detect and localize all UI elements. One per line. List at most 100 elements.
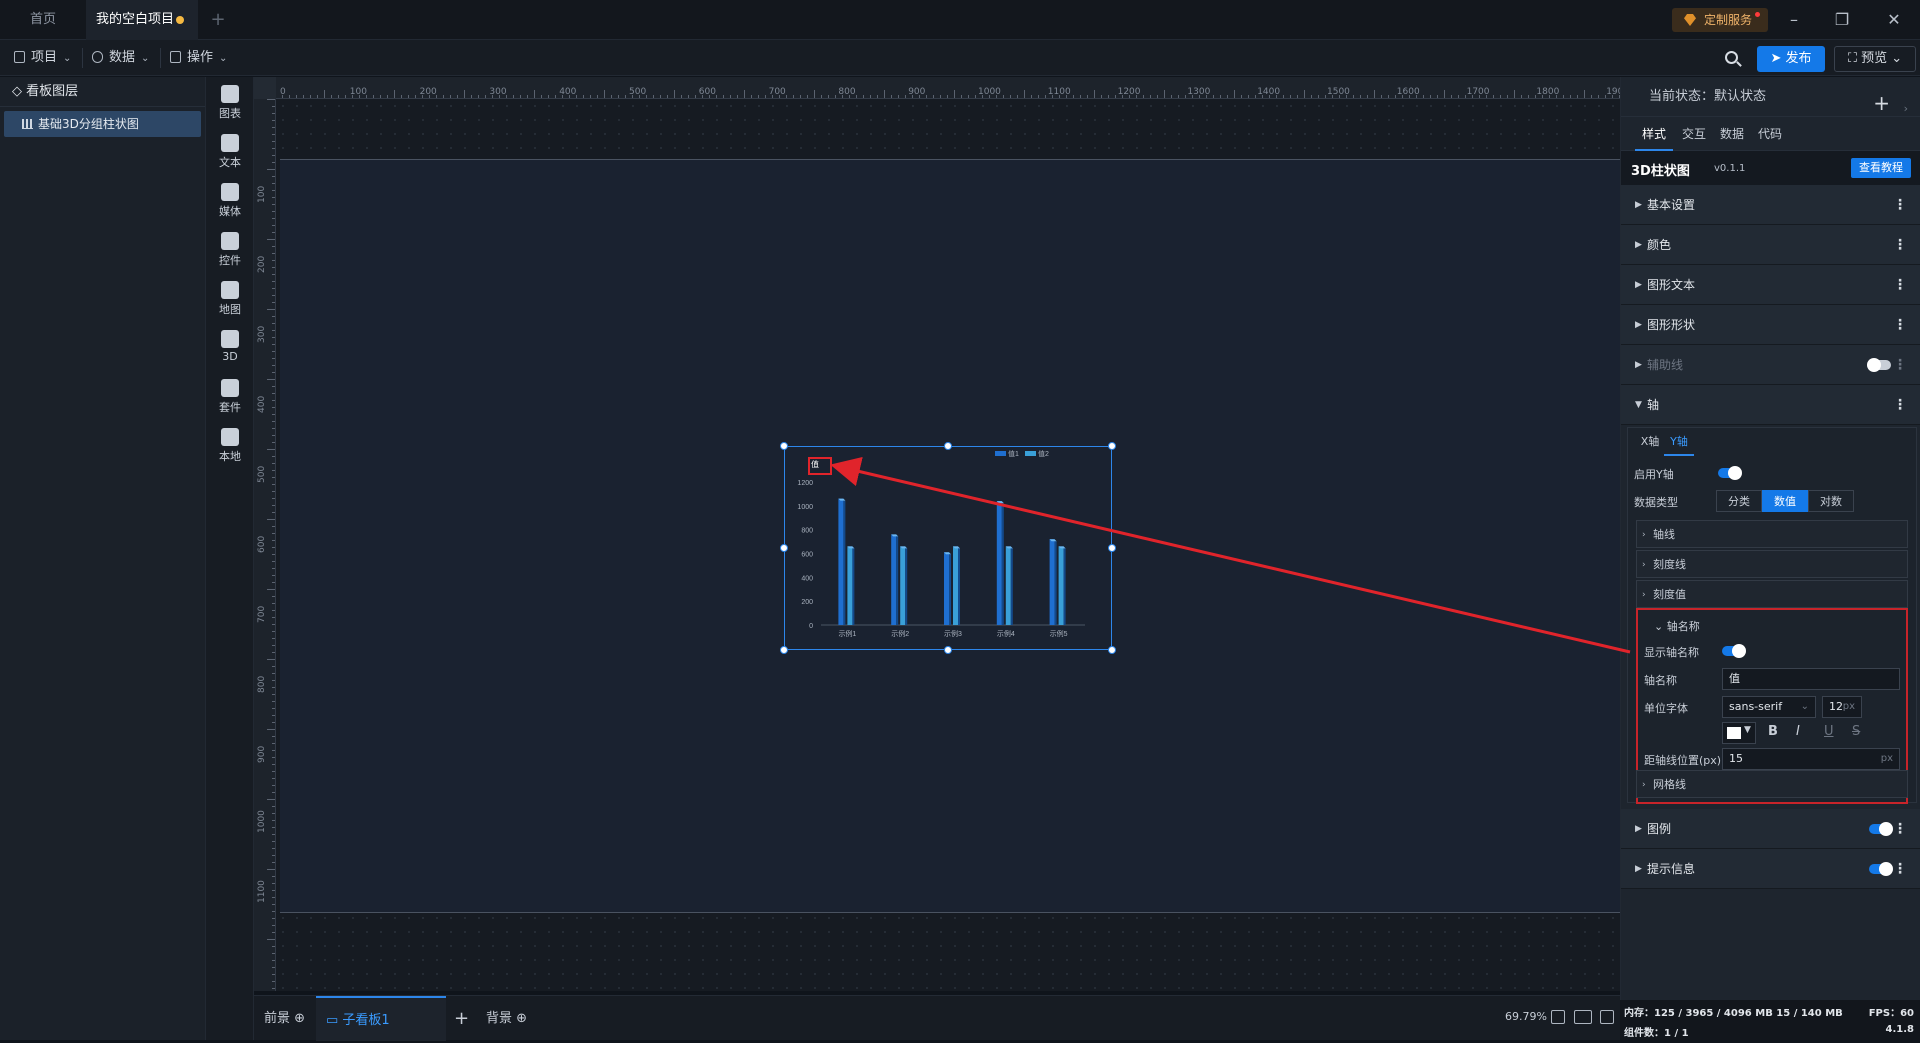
offset-input[interactable]: 15 px xyxy=(1722,748,1900,770)
tab-code[interactable]: 代码 xyxy=(1753,117,1787,151)
subsection-tick-line[interactable]: › 刻度线 xyxy=(1636,550,1908,578)
section-graphic-text[interactable]: ▶ 图形文本 ⋮ xyxy=(1621,265,1920,305)
ruler-tick-label: 900 xyxy=(908,87,926,97)
comp-control[interactable]: 控件 xyxy=(206,224,254,276)
caret-right-icon: ▶ xyxy=(1635,360,1642,370)
font-size-input[interactable]: 12 px xyxy=(1822,696,1862,718)
tutorial-button[interactable]: 查看教程 xyxy=(1851,158,1911,178)
menu-project[interactable]: 项目 ⌄ xyxy=(14,40,71,76)
axis-name-title[interactable]: ⌄ 轴名称 xyxy=(1654,618,1700,634)
comp-chart[interactable]: 图表 xyxy=(206,77,254,129)
more-icon[interactable]: ⋮ xyxy=(1893,385,1907,425)
bold-button[interactable]: B xyxy=(1768,724,1778,739)
comp-text[interactable]: 文本 xyxy=(206,126,254,178)
tab-interaction[interactable]: 交互 xyxy=(1677,117,1711,151)
resize-handle[interactable] xyxy=(780,544,788,552)
section-axis[interactable]: ▼ 轴 ⋮ xyxy=(1621,385,1920,425)
datatype-value[interactable]: 数值 xyxy=(1762,490,1808,512)
section-legend[interactable]: ▶ 图例 ⋮ xyxy=(1621,809,1920,849)
section-color[interactable]: ▶ 颜色 ⋮ xyxy=(1621,225,1920,265)
strikethrough-button[interactable]: S xyxy=(1852,724,1860,739)
more-icon[interactable]: ⋮ xyxy=(1893,809,1907,849)
add-board-button[interactable]: + xyxy=(454,996,469,1041)
keyboard-icon[interactable] xyxy=(1574,1010,1592,1024)
y-tick-label: 600 xyxy=(801,552,813,559)
restore-button[interactable]: ❐ xyxy=(1818,0,1866,40)
terminal-icon[interactable] xyxy=(1600,1010,1614,1024)
search-button[interactable] xyxy=(1722,48,1744,70)
resize-handle[interactable] xyxy=(1108,544,1116,552)
caret-right-icon: ▶ xyxy=(1635,320,1642,330)
menu-data[interactable]: 数据 ⌄ xyxy=(92,40,149,76)
layer-item[interactable]: 基础3D分组柱状图 xyxy=(4,111,201,137)
more-icon[interactable]: ⋮ xyxy=(1893,265,1907,305)
resize-handle[interactable] xyxy=(944,442,952,450)
add-tab-button[interactable]: + xyxy=(206,0,230,40)
tab-x-axis[interactable]: X轴 xyxy=(1636,428,1664,456)
tab-background[interactable]: 背景 ⊕ xyxy=(486,996,527,1041)
subsection-tick-value[interactable]: › 刻度值 xyxy=(1636,580,1908,608)
resize-handle[interactable] xyxy=(780,442,788,450)
section-guide-line[interactable]: ▶ 辅助线 ⋮ xyxy=(1621,345,1920,385)
comp-3d[interactable]: 3D xyxy=(206,322,254,374)
font-style-buttons: B I U S xyxy=(1768,724,1898,746)
component-title-row: 3D柱状图 v0.1.1 查看教程 xyxy=(1621,151,1920,185)
memory-info: 内存：125 / 3965 / 4096 MB 15 / 140 MB xyxy=(1624,1008,1843,1019)
caret-right-icon: ▶ xyxy=(1635,824,1642,834)
datatype-category[interactable]: 分类 xyxy=(1716,490,1762,512)
font-select[interactable]: sans-serif ⌄ xyxy=(1722,696,1816,718)
tooltip-toggle[interactable] xyxy=(1869,862,1893,876)
resize-handle[interactable] xyxy=(1108,646,1116,654)
preview-button[interactable]: ⛶ 预览 ⌄ xyxy=(1834,46,1916,72)
legend-toggle[interactable] xyxy=(1869,822,1893,836)
tab-data[interactable]: 数据 xyxy=(1715,117,1749,151)
section-tooltip[interactable]: ▶ 提示信息 ⋮ xyxy=(1621,849,1920,889)
database-icon xyxy=(92,51,103,63)
section-graphic-shape[interactable]: ▶ 图形形状 ⋮ xyxy=(1621,305,1920,345)
minimize-button[interactable]: – xyxy=(1770,0,1818,40)
subsection-axis-line[interactable]: › 轴线 xyxy=(1636,520,1908,548)
more-icon[interactable]: ⋮ xyxy=(1893,305,1907,345)
subsection-grid[interactable]: › 网格线 xyxy=(1636,770,1908,798)
publish-button[interactable]: ➤ 发布 xyxy=(1757,46,1825,72)
tab-foreground[interactable]: 前景 ⊕ xyxy=(264,996,305,1041)
x-tick-label: 示例3 xyxy=(944,629,962,638)
underline-button[interactable]: U xyxy=(1824,724,1834,739)
comp-local[interactable]: 本地 xyxy=(206,420,254,472)
comp-media[interactable]: 媒体 xyxy=(206,175,254,227)
show-axis-name-toggle[interactable] xyxy=(1722,644,1746,658)
more-icon[interactable]: ⋮ xyxy=(1893,185,1907,225)
comp-map[interactable]: 地图 xyxy=(206,273,254,325)
guide-line-toggle[interactable] xyxy=(1867,358,1891,372)
custom-service-button[interactable]: 定制服务 xyxy=(1672,8,1768,32)
resize-handle[interactable] xyxy=(944,646,952,654)
chart-widget[interactable]: 值 0 200 400 600 800 1000 1200 示例1 示例2 示例3 示例4 示例5 值1 值… xyxy=(784,446,1112,650)
chevron-down-icon: ⌄ xyxy=(219,53,228,64)
layers-icon: ◇ xyxy=(12,84,27,99)
tab-project[interactable]: 我的空白项目 xyxy=(86,0,198,40)
resize-handle[interactable] xyxy=(1108,442,1116,450)
more-icon[interactable]: ⋮ xyxy=(1893,345,1907,385)
enable-y-toggle[interactable] xyxy=(1718,466,1742,480)
zoom-level[interactable]: 69.79% xyxy=(1505,1010,1547,1023)
comp-kit[interactable]: 套件 xyxy=(206,371,254,423)
fit-screen-icon[interactable] xyxy=(1551,1010,1565,1024)
tab-subboard[interactable]: ▭ 子看板1 xyxy=(316,996,446,1041)
tab-style[interactable]: 样式 xyxy=(1635,117,1673,151)
tab-y-axis[interactable]: Y轴 xyxy=(1664,428,1694,456)
axis-name-input[interactable]: 值 xyxy=(1722,668,1900,690)
tab-home[interactable]: 首页 xyxy=(0,0,86,40)
menu-project-label: 项目 xyxy=(31,50,58,65)
more-icon[interactable]: ⋮ xyxy=(1893,225,1907,265)
section-basic[interactable]: ▶ 基本设置 ⋮ xyxy=(1621,185,1920,225)
comp-map-label: 地图 xyxy=(219,303,241,316)
close-button[interactable]: ✕ xyxy=(1870,0,1918,40)
font-color-picker[interactable]: ▼ xyxy=(1722,722,1756,744)
state-row: 当前状态：默认状态 + › xyxy=(1621,77,1920,117)
resize-handle[interactable] xyxy=(780,646,788,654)
italic-button[interactable]: I xyxy=(1796,724,1800,739)
more-icon[interactable]: ⋮ xyxy=(1893,849,1907,889)
ruler-tick-label: 1100 xyxy=(257,880,267,903)
menu-operation[interactable]: 操作 ⌄ xyxy=(170,40,227,76)
datatype-log[interactable]: 对数 xyxy=(1808,490,1854,512)
